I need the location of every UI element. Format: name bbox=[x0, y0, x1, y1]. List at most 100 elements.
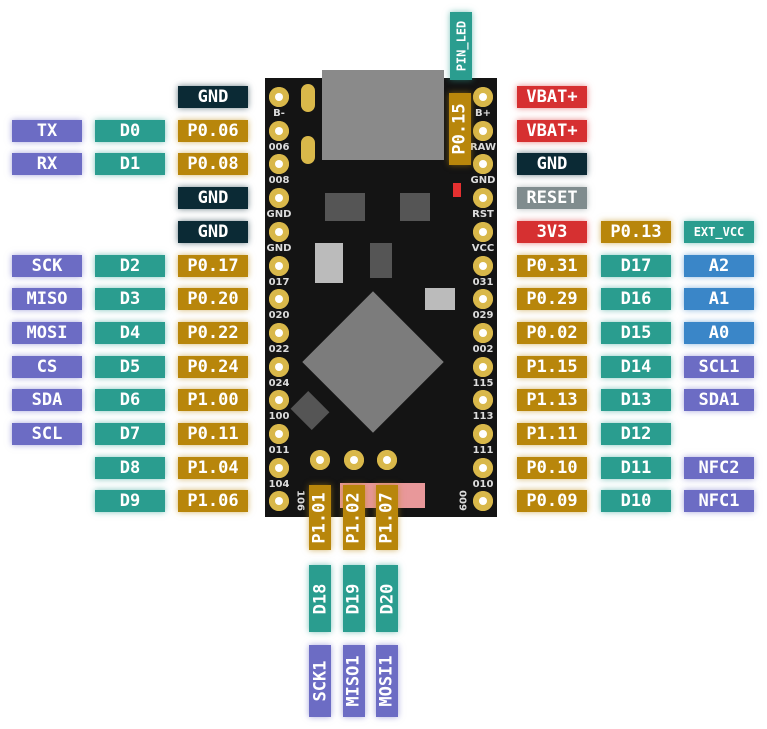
silkscreen-label: GND bbox=[470, 175, 496, 187]
pin-label-ground: GND bbox=[178, 187, 248, 210]
silkscreen-label: 100 bbox=[268, 411, 290, 423]
pin-label-digital: D2 bbox=[95, 254, 165, 277]
pin-label-function: NFC2 bbox=[684, 456, 754, 479]
pin-label-gpio: P0.09 bbox=[517, 490, 587, 513]
silkscreen-label: GND bbox=[266, 242, 292, 254]
pin-label-digital: D11 bbox=[601, 456, 671, 479]
pin-label-analog: A2 bbox=[684, 254, 754, 277]
right-pin-pad bbox=[473, 356, 493, 377]
left-pin-pad bbox=[269, 120, 289, 141]
right-pin-pad bbox=[473, 221, 493, 242]
usb-connector bbox=[322, 70, 444, 160]
pin-label-digital: D14 bbox=[601, 355, 671, 378]
pin-label-digital: D18 bbox=[309, 565, 331, 632]
silkscreen-label: GND bbox=[266, 209, 292, 221]
silkscreen-label: 024 bbox=[268, 377, 290, 389]
silkscreen-label: 104 bbox=[268, 478, 290, 490]
pin-label-digital: D5 bbox=[95, 355, 165, 378]
pin-label-ground: GND bbox=[178, 220, 248, 243]
right-pin-pad bbox=[473, 289, 493, 310]
pin-label-gpio: P1.00 bbox=[178, 389, 248, 412]
pin-label-digital: D9 bbox=[95, 490, 165, 513]
left-pin-pad bbox=[269, 424, 289, 444]
pin-label-gpio: P1.01 bbox=[309, 485, 331, 550]
left-pin-pad bbox=[269, 356, 289, 377]
pin-label-digital: D7 bbox=[95, 423, 165, 445]
pin-label-gpio: P0.17 bbox=[178, 254, 248, 277]
pin-label-power: 3V3 bbox=[517, 220, 587, 243]
regulator bbox=[315, 243, 343, 283]
silkscreen-label: RST bbox=[472, 209, 494, 221]
left-pin-pad bbox=[269, 322, 289, 343]
left-pin-pad bbox=[269, 221, 289, 242]
right-pin-pad bbox=[473, 188, 493, 209]
pin-label-function: MISO1 bbox=[342, 645, 365, 717]
right-pin-pad bbox=[473, 87, 493, 107]
pin-label-gpio: P0.02 bbox=[517, 321, 587, 344]
pin-label-gpio: P1.02 bbox=[342, 485, 365, 550]
silkscreen-label: 029 bbox=[472, 310, 494, 322]
pin-label-function: MOSI1 bbox=[376, 645, 398, 717]
pin-label-gpio: P0.24 bbox=[178, 355, 248, 378]
right-pin-pad bbox=[473, 457, 493, 478]
silkscreen-label: 017 bbox=[268, 276, 290, 288]
pin-label-ground: GND bbox=[517, 153, 587, 176]
pin-label-gpio: P1.07 bbox=[376, 485, 398, 550]
slot-pad bbox=[301, 84, 315, 112]
pin-label-digital: D6 bbox=[95, 389, 165, 412]
pin-label-function: MISO bbox=[12, 288, 82, 311]
pin-label-digital: D0 bbox=[95, 119, 165, 142]
ic-small bbox=[400, 193, 430, 221]
pin-label-gpio: P0.10 bbox=[517, 456, 587, 479]
pin-label-function: MOSI bbox=[12, 321, 82, 344]
pin-label-gpio: P0.11 bbox=[178, 423, 248, 445]
crystal bbox=[425, 288, 455, 310]
led-indicator bbox=[453, 183, 461, 197]
silkscreen-label: 002 bbox=[472, 343, 494, 355]
ic-small bbox=[325, 193, 365, 221]
left-pin-pad bbox=[269, 255, 289, 276]
pin-label-gpio: P0.13 bbox=[601, 220, 671, 243]
pin-label-digital: D3 bbox=[95, 288, 165, 311]
pin-label-reset: RESET bbox=[517, 187, 587, 210]
left-pin-pad bbox=[269, 390, 289, 411]
pin-label-digital: D16 bbox=[601, 288, 671, 311]
left-pin-pad bbox=[269, 188, 289, 209]
pin-label-function: SDA bbox=[12, 389, 82, 412]
pin-label-gpio: P1.15 bbox=[517, 355, 587, 378]
left-pin-pad bbox=[269, 491, 289, 512]
bottom-pin-pad bbox=[310, 450, 330, 470]
pin-label-function: SCK bbox=[12, 254, 82, 277]
pin-label-gpio: P0.06 bbox=[178, 119, 248, 142]
pin-label-digital: D17 bbox=[601, 254, 671, 277]
silkscreen-label: 022 bbox=[268, 343, 290, 355]
right-pin-pad bbox=[473, 424, 493, 444]
silkscreen-label: 115 bbox=[472, 377, 494, 389]
silkscreen-label: 106 bbox=[294, 490, 306, 512]
pin-label-gpio: P0.20 bbox=[178, 288, 248, 311]
pin-label-digital: EXT_VCC bbox=[684, 220, 754, 243]
silkscreen-label: 009 bbox=[456, 490, 468, 512]
pin-label-digital: D10 bbox=[601, 490, 671, 513]
pin-label-function: SCL1 bbox=[684, 355, 754, 378]
pin-label-function: CS bbox=[12, 355, 82, 378]
right-pin-pad bbox=[473, 491, 493, 512]
pin-label-function: RX bbox=[12, 153, 82, 176]
pin-label-gpio: P0.29 bbox=[517, 288, 587, 311]
pin-label-power: VBAT+ bbox=[517, 119, 587, 142]
pin-label-digital: D8 bbox=[95, 456, 165, 479]
pin-label-analog: A0 bbox=[684, 321, 754, 344]
right-pin-pad bbox=[473, 154, 493, 175]
pin-label-digital: D15 bbox=[601, 321, 671, 344]
ic-small bbox=[370, 243, 392, 278]
pin-label-gpio: P0.15 bbox=[449, 93, 471, 165]
silkscreen-label: 111 bbox=[472, 445, 494, 456]
silkscreen-label: 113 bbox=[472, 411, 494, 423]
pin-label-analog: A1 bbox=[684, 288, 754, 311]
right-pin-pad bbox=[473, 390, 493, 411]
pin-label-gpio: P1.04 bbox=[178, 456, 248, 479]
silkscreen-label: 020 bbox=[268, 310, 290, 322]
right-pin-pad bbox=[473, 255, 493, 276]
pin-label-gpio: P0.22 bbox=[178, 321, 248, 344]
pin-label-gpio: P0.31 bbox=[517, 254, 587, 277]
